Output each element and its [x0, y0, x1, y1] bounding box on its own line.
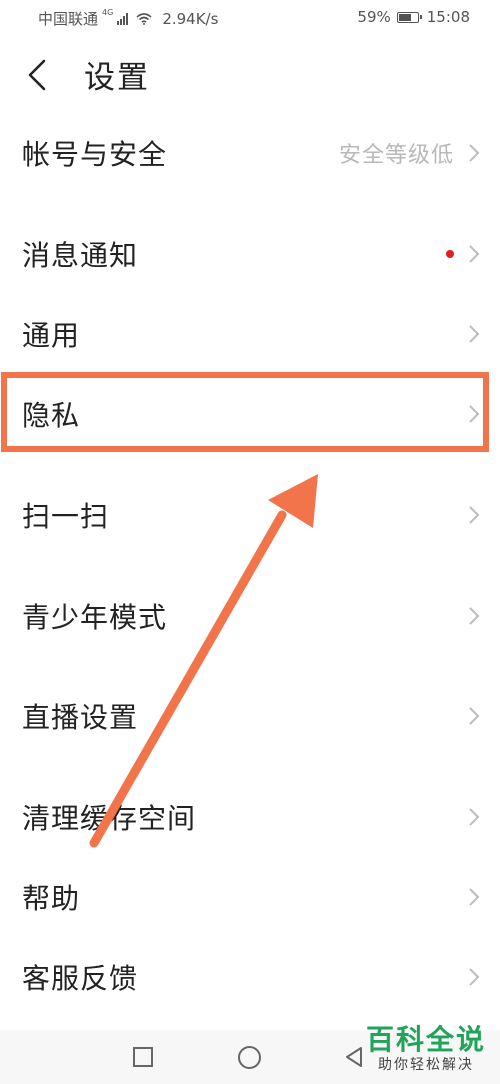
clock: 15:08 — [426, 8, 470, 26]
battery-percent: 59% — [357, 8, 391, 26]
home-circle-icon[interactable] — [238, 1046, 261, 1069]
chevron-right-icon — [469, 506, 480, 524]
network-speed: 2.94K/s — [162, 9, 219, 28]
chevron-right-icon — [469, 325, 480, 343]
unread-dot-badge — [446, 250, 454, 258]
settings-item-label: 清理缓存空间 — [22, 802, 197, 835]
watermark-title: 百科全说 — [365, 1023, 486, 1056]
chevron-right-icon — [469, 607, 480, 625]
network-type: 4G — [102, 8, 114, 17]
settings-item-help[interactable]: 帮助 — [0, 859, 500, 935]
security-level-value: 安全等级低 — [338, 143, 454, 168]
chevron-right-icon — [469, 707, 480, 725]
status-left: 中国联通 4G 2.94K/s — [38, 8, 218, 29]
cell-signal-icon — [117, 12, 129, 25]
settings-item-privacy[interactable]: 隐私 — [0, 376, 500, 452]
settings-item-clear-cache[interactable]: 清理缓存空间 — [0, 779, 500, 855]
chevron-right-icon — [469, 888, 480, 906]
carrier-label: 中国联通 — [38, 10, 99, 28]
chevron-right-icon — [469, 144, 480, 162]
settings-item-label: 直播设置 — [22, 701, 139, 734]
battery-icon — [396, 11, 422, 23]
recents-square-icon[interactable] — [133, 1047, 153, 1067]
chevron-right-icon — [469, 245, 480, 263]
settings-item-notifications[interactable]: 消息通知 — [0, 216, 500, 292]
status-right: 59% 15:08 — [357, 8, 470, 26]
back-triangle-icon[interactable] — [344, 1046, 364, 1068]
chevron-right-icon — [469, 405, 480, 423]
watermark-logo: 百科全说 助你轻松解决 — [366, 1024, 486, 1074]
settings-item-general[interactable]: 通用 — [0, 296, 500, 372]
watermark-subtitle: 助你轻松解决 — [377, 1057, 474, 1073]
settings-screen: 中国联通 4G 2.94K/s 59% 15:08 设置 帐号与安全 安全等级低… — [0, 0, 500, 1084]
settings-item-teen-mode[interactable]: 青少年模式 — [0, 578, 500, 654]
chevron-right-icon — [469, 808, 480, 826]
settings-item-label: 通用 — [22, 319, 81, 352]
settings-item-label: 青少年模式 — [22, 601, 168, 634]
page-title: 设置 — [84, 60, 150, 96]
chevron-right-icon — [469, 968, 480, 986]
settings-item-label: 隐私 — [22, 399, 81, 432]
settings-item-scan[interactable]: 扫一扫 — [0, 477, 500, 553]
status-bar: 中国联通 4G 2.94K/s 59% 15:08 — [0, 0, 500, 36]
header: 设置 — [0, 40, 500, 110]
settings-item-label: 扫一扫 — [22, 500, 110, 533]
settings-item-feedback[interactable]: 客服反馈 — [0, 939, 500, 1015]
wifi-icon — [136, 12, 152, 25]
settings-item-label: 消息通知 — [22, 239, 139, 272]
settings-item-live-settings[interactable]: 直播设置 — [0, 678, 500, 754]
settings-item-label: 客服反馈 — [22, 962, 139, 995]
settings-item-label: 帮助 — [22, 882, 81, 915]
chevron-left-icon[interactable] — [24, 58, 50, 92]
settings-item-account-security[interactable]: 帐号与安全 安全等级低 — [0, 115, 500, 191]
settings-item-label: 帐号与安全 — [22, 138, 168, 171]
